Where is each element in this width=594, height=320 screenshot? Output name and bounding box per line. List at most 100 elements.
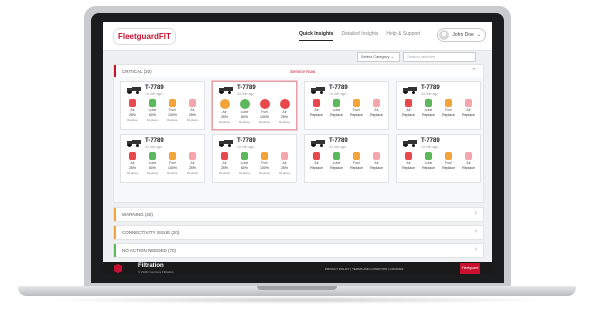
last-updated: 14 min ago — [237, 92, 255, 96]
footer-copyright: © 2018 Cummins Filtration — [138, 270, 174, 274]
filter-status: Air 25% Replace — [183, 99, 202, 122]
filter-icon — [465, 99, 472, 107]
filter-status: Air 25% Replace — [123, 99, 142, 122]
laptop-screen: FleetguardFIT Quick Insights Detailed In… — [103, 22, 492, 275]
vehicle-id: T-7789 — [145, 85, 164, 91]
critical-cards-panel: T-7789 14 min ago Air 25% Replace Lube 60% Repl… — [113, 77, 484, 203]
filter-icon — [425, 99, 432, 107]
tab-detailed-insights[interactable]: Detailed Insights — [341, 31, 378, 41]
critical-section-header[interactable]: CRITICAL (20) Service Now ⌃ — [113, 64, 484, 78]
fleetguard-badge: Fleetguard — [460, 263, 480, 274]
filter-status: Lube Replace — [327, 152, 346, 171]
filter-life: Replace — [422, 113, 435, 117]
filter-label: Lube — [424, 108, 433, 112]
filter-label: Fuel — [169, 108, 176, 112]
filter-life: Replace — [330, 166, 343, 170]
filter-life: Replace — [370, 166, 383, 170]
filter-icon — [259, 99, 270, 109]
filter-label: Air — [314, 161, 319, 165]
filter-label: Air — [314, 108, 319, 112]
filter-icon — [465, 152, 472, 160]
fleetguard-logo[interactable]: FleetguardFIT — [113, 28, 176, 45]
filter-action: Replace — [258, 120, 270, 124]
filter-label: Lube — [332, 108, 341, 112]
vehicle-card[interactable]: T-7789 14 min ago Air Replace Lube Replace Fue… — [304, 134, 389, 183]
filter-label: Air — [282, 161, 287, 165]
filter-action: Replace — [146, 171, 158, 175]
filter-icon — [353, 152, 360, 160]
vehicle-card[interactable]: T-7789 14 min ago Air Replace Lube Replace Fue… — [304, 81, 389, 130]
filter-action: Replace — [258, 171, 270, 175]
filter-icon — [149, 99, 156, 107]
filter-status: Lube 60% Replace — [143, 99, 162, 122]
vehicle-id: T-7789 — [421, 138, 440, 144]
warning-section[interactable]: WARNING (20) › — [113, 207, 484, 222]
category-select[interactable]: Select Category ⌄ — [357, 52, 400, 62]
footer-title: Filtration — [138, 263, 164, 269]
last-updated: 14 min ago — [145, 145, 163, 149]
user-menu[interactable]: John Doe ⌄ — [437, 28, 486, 42]
filter-icon — [189, 99, 196, 107]
vehicle-card[interactable]: T-7789 14 min ago Air Replace Lube Replace Fue… — [396, 81, 481, 130]
filter-icon — [333, 152, 340, 160]
critical-title: CRITICAL (20) — [122, 69, 152, 74]
filter-life: Replace — [310, 166, 323, 170]
filter-label: Air — [406, 161, 411, 165]
truck-icon — [403, 87, 417, 94]
no-action-section[interactable]: NO ACTION NEEDED (70) › — [113, 243, 484, 258]
filter-status: Air 25% Replace — [215, 152, 234, 175]
vehicle-id: T-7789 — [329, 85, 348, 91]
search-input[interactable]: Search vehicles — [403, 52, 476, 62]
chevron-right-icon[interactable]: › — [475, 246, 477, 253]
filter-action: Replace — [238, 171, 250, 175]
vehicle-card[interactable]: T-7789 14 min ago Air 25% Replace Lube 60% Repl… — [120, 134, 205, 183]
chevron-up-icon[interactable]: ⌃ — [471, 67, 477, 75]
filter-status: Air Replace — [399, 99, 418, 118]
filter-status: Air Replace — [459, 99, 478, 118]
vehicle-card[interactable]: T-7789 14 min ago Air 25% Replace Lube 60% Repl… — [212, 134, 297, 183]
avatar-icon — [439, 30, 450, 40]
user-name: John Doe — [452, 32, 474, 38]
filter-status: Fuel Replace — [347, 99, 366, 118]
filter-action: Replace — [166, 171, 178, 175]
filter-label: Air — [374, 108, 379, 112]
filter-life: Replace — [370, 113, 383, 117]
vehicle-card[interactable]: T-7789 14 min ago Air Replace Lube Replace Fue… — [396, 134, 481, 183]
tab-quick-insights[interactable]: Quick Insights — [299, 31, 334, 41]
truck-icon — [311, 140, 325, 147]
filter-label: Lube — [332, 161, 341, 165]
footer-links[interactable]: PRIVACY POLICY | TERMS AND CONDITION | C… — [325, 267, 403, 271]
vehicle-card[interactable]: T-7789 14 min ago Air 25% Replace Lube 60% Repl… — [120, 81, 205, 130]
filter-life: Replace — [310, 113, 323, 117]
tab-help-support[interactable]: Help & Support — [386, 31, 420, 41]
filter-life: Replace — [350, 166, 363, 170]
filter-label: Lube — [148, 108, 157, 112]
filter-status: Fuel 100% Replace — [255, 152, 274, 175]
filter-status: Fuel 100% Replace — [163, 99, 182, 122]
filter-icon — [169, 99, 176, 107]
filter-label: Air — [282, 110, 287, 114]
filter-life: 100% — [260, 115, 269, 119]
chevron-right-icon[interactable]: › — [475, 210, 477, 217]
filter-icon — [189, 152, 196, 160]
service-now-note: Service Now — [290, 69, 316, 74]
filter-action: Replace — [278, 120, 290, 124]
filter-life: Replace — [350, 113, 363, 117]
chevron-right-icon[interactable]: › — [475, 228, 477, 235]
laptop-shadow — [40, 296, 554, 304]
filter-label: Air — [374, 161, 379, 165]
vehicle-card[interactable]: T-7789 14 min ago Air 25% Replace Lube 60% Repl… — [212, 81, 297, 130]
filter-life: 25% — [280, 115, 288, 119]
filter-icon — [149, 152, 156, 160]
filter-status: Air 25% Replace — [275, 152, 294, 175]
logo-text: Fleetguard — [118, 32, 159, 41]
laptop-notch — [257, 286, 337, 290]
filter-status: Air Replace — [367, 99, 386, 118]
filter-label: Lube — [240, 110, 249, 114]
connectivity-section[interactable]: CONNECTIVITY ISSUE (20) › — [113, 225, 484, 240]
filter-life: Replace — [442, 166, 455, 170]
vehicle-id: T-7789 — [237, 85, 256, 91]
filter-icon — [405, 152, 412, 160]
no-action-title: NO ACTION NEEDED (70) — [122, 248, 177, 253]
filter-life: 60% — [240, 115, 248, 119]
